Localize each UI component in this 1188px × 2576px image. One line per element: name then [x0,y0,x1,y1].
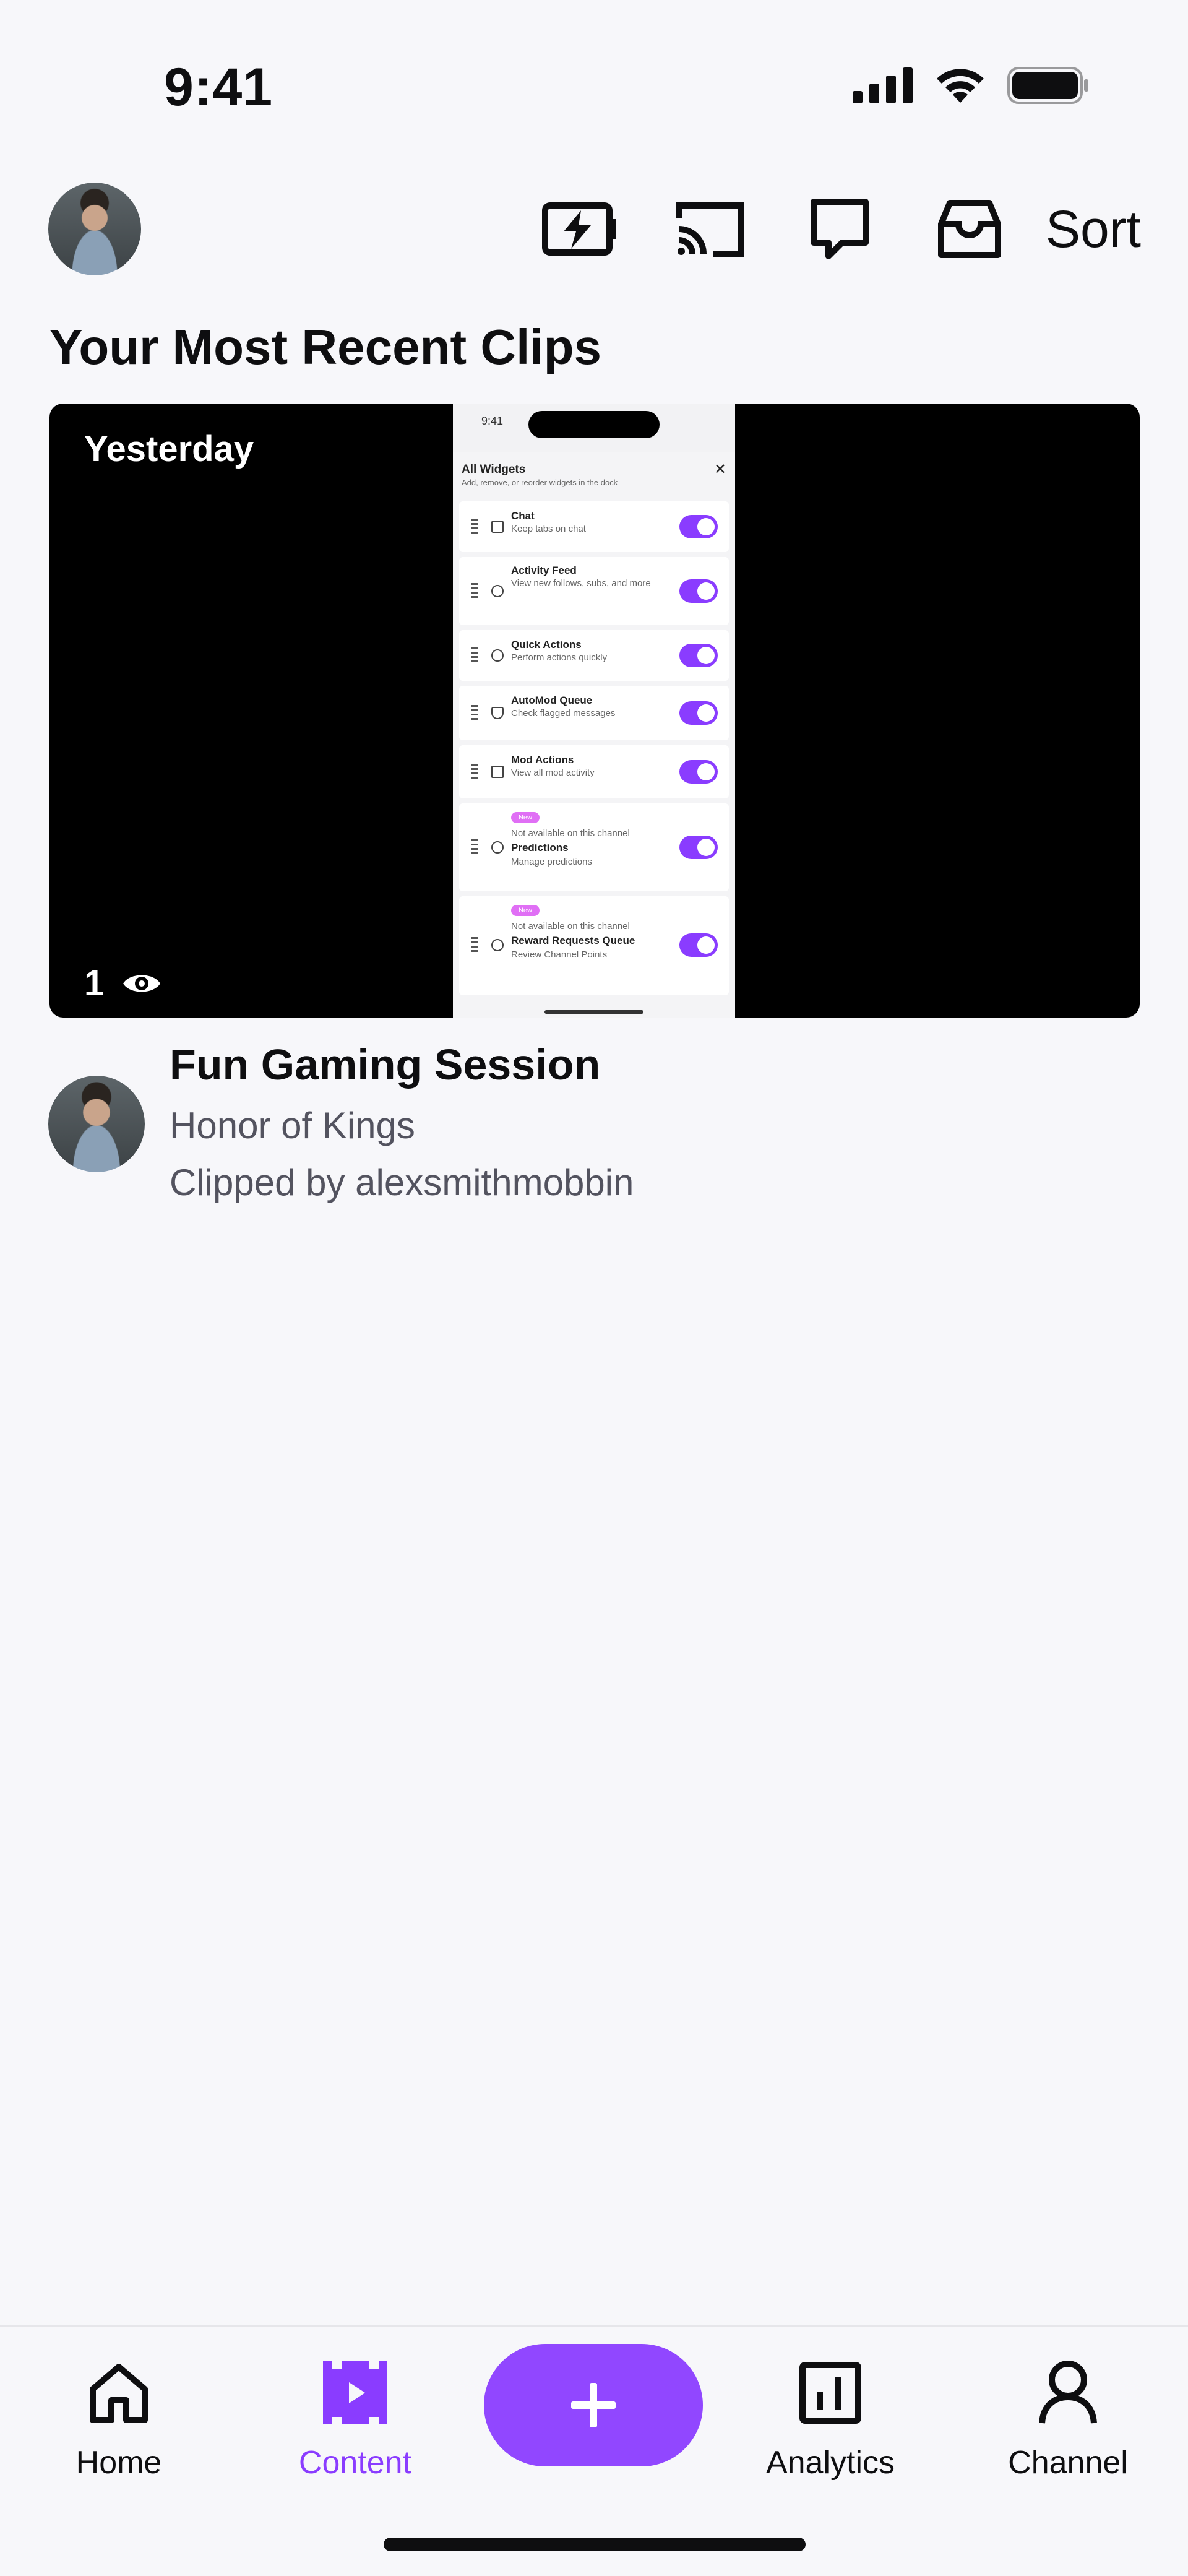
widget-name: Activity Feed [511,564,577,576]
stream-together-button[interactable] [515,179,645,279]
widget-toggle [679,760,718,784]
widget-note: Not available on this channel [511,828,630,839]
drag-handle-icon [471,839,478,855]
sort-button[interactable]: Sort [1035,199,1141,259]
preview-widget-row: Mod Actions View all mod activity [459,745,729,798]
widget-desc: Keep tabs on chat [511,524,586,534]
drag-handle-icon [471,705,478,721]
status-time: 9:41 [164,58,273,117]
widget-toggle [679,515,718,538]
stream-together-icon [541,202,616,256]
tab-label: Home [75,2445,162,2481]
preview-close-icon: ✕ [713,461,726,478]
preview-widget-row: Activity Feed View new follows, subs, an… [459,557,729,625]
battery-icon [1007,67,1088,104]
home-icon [90,2364,148,2423]
status-bar: 9:41 [0,0,1188,167]
chat-icon [810,199,869,259]
widget-desc: Manage predictions [511,857,592,867]
widget-desc: View all mod activity [511,767,595,778]
cast-icon [675,202,744,257]
chat-button[interactable] [775,179,905,279]
widget-name: Predictions [511,842,569,854]
drag-handle-icon [471,647,478,663]
preview-status-bar: 9:41 [453,404,735,441]
profile-icon [1039,2361,1097,2424]
preview-time: 9:41 [481,415,504,427]
preview-widgets-sheet: All Widgets Add, remove, or reorder widg… [453,452,735,1018]
tab-channel[interactable]: Channel [975,2353,1161,2501]
cast-button[interactable] [645,179,775,279]
preview-widget-row: Chat Keep tabs on chat [459,501,729,552]
plus-icon [571,2383,616,2427]
widget-toggle [679,701,718,725]
widget-toggle [679,644,718,667]
preview-widget-row: New Not available on this channel Reward… [459,896,729,995]
bottom-tab-bar: Home Content Analytics Channel [0,2325,1188,2576]
clip-date-label: Yesterday [84,429,254,469]
drag-handle-icon [471,764,478,780]
preview-widget-row: Quick Actions Perform actions quickly [459,630,729,681]
preview-widget-row: AutoMod Queue Check flagged messages [459,686,729,740]
widget-desc: Perform actions quickly [511,652,608,663]
tab-home[interactable]: Home [26,2353,212,2501]
preview-widget-row: New Not available on this channel Predic… [459,803,729,891]
home-indicator [384,2538,806,2551]
drag-handle-icon [471,937,478,953]
new-badge: New [511,905,540,916]
section-title: Your Most Recent Clips [50,319,601,374]
tab-content[interactable]: Content [262,2353,448,2501]
eye-icon [123,975,161,992]
create-button[interactable] [484,2344,703,2466]
drag-handle-icon [471,519,478,535]
shield-icon [491,707,504,719]
preview-home-indicator [544,1010,644,1014]
wifi-icon [937,69,984,103]
tab-analytics[interactable]: Analytics [738,2353,923,2501]
widget-desc: Review Channel Points [511,949,608,960]
chat-icon [491,521,504,533]
clip-game: Honor of Kings [170,1105,415,1146]
analytics-icon [799,2362,861,2424]
content-icon [323,2361,387,2424]
new-badge: New [511,812,540,823]
drag-handle-icon [471,583,478,599]
clip-title[interactable]: Fun Gaming Session [170,1040,600,1089]
widget-name: AutoMod Queue [511,694,593,706]
widget-desc: Check flagged messages [511,708,616,719]
activity-icon [491,585,504,597]
inbox-button[interactable] [905,179,1035,279]
channel-points-icon [491,939,504,951]
clip-clipped-by: Clipped by alexsmithmobbin [170,1162,634,1203]
clip-preview-image: 9:41 All Widgets Add, remove, or reorder… [453,404,735,1018]
preview-dynamic-island [528,411,660,438]
sword-icon [491,766,504,778]
widget-desc: View new follows, subs, and more [511,578,651,589]
clip-creator-avatar[interactable] [48,1076,145,1172]
tab-label: Channel [1008,2445,1128,2481]
tab-label: Content [298,2445,412,2481]
inbox-icon [937,200,1001,258]
widget-name: Chat [511,510,535,522]
top-header: Sort [0,179,1188,279]
header-actions: Sort [515,179,1141,279]
tab-label: Analytics [765,2445,895,2481]
widget-toggle [679,579,718,603]
widget-toggle [679,836,718,859]
widget-name: Reward Requests Queue [511,935,635,946]
preview-sheet-subtitle: Add, remove, or reorder widgets in the d… [462,478,618,487]
profile-avatar[interactable] [48,183,141,275]
status-icons [853,67,1089,104]
quick-actions-icon [491,649,504,662]
clip-view-count: 1 [84,962,162,1004]
clip-thumbnail[interactable]: 9:41 All Widgets Add, remove, or reorder… [50,404,1140,1018]
signal-icon [853,67,913,103]
predictions-icon [491,841,504,854]
widget-note: Not available on this channel [511,921,630,931]
preview-sheet-title: All Widgets [462,463,526,476]
view-count-value: 1 [84,963,105,1003]
widget-toggle [679,933,718,957]
widget-name: Mod Actions [511,754,574,766]
widget-name: Quick Actions [511,639,582,650]
